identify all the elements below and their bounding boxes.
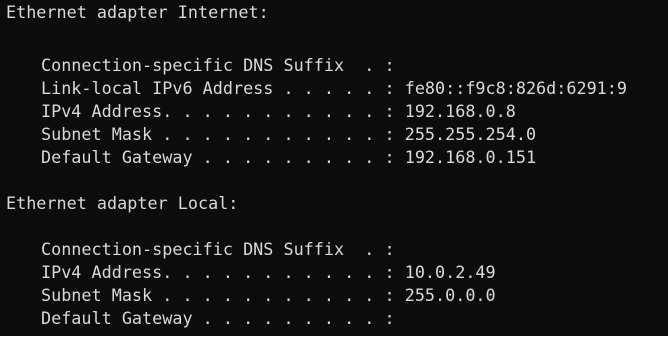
bottom-border: [0, 336, 668, 340]
adapter-header-internet: Ethernet adapter Internet:: [6, 2, 269, 22]
internet-dns-suffix-line: Connection-specific DNS Suffix . :: [41, 55, 395, 75]
internet-ipv6-line: Link-local IPv6 Address . . . . . : fe80…: [41, 78, 627, 98]
internet-gateway-line: Default Gateway . . . . . . . . . : 192.…: [41, 147, 537, 167]
internet-ipv4-line: IPv4 Address. . . . . . . . . . . : 192.…: [41, 101, 516, 121]
adapter-header-local: Ethernet adapter Local:: [6, 193, 239, 213]
local-gateway-line: Default Gateway . . . . . . . . . :: [41, 308, 395, 328]
local-dns-suffix-line: Connection-specific DNS Suffix . :: [41, 239, 395, 259]
local-ipv4-line: IPv4 Address. . . . . . . . . . . : 10.0…: [41, 262, 496, 282]
local-subnet-line: Subnet Mask . . . . . . . . . . . : 255.…: [41, 285, 496, 305]
terminal-window[interactable]: Ethernet adapter Internet: Connection-sp…: [0, 0, 668, 336]
internet-subnet-line: Subnet Mask . . . . . . . . . . . : 255.…: [41, 124, 537, 144]
